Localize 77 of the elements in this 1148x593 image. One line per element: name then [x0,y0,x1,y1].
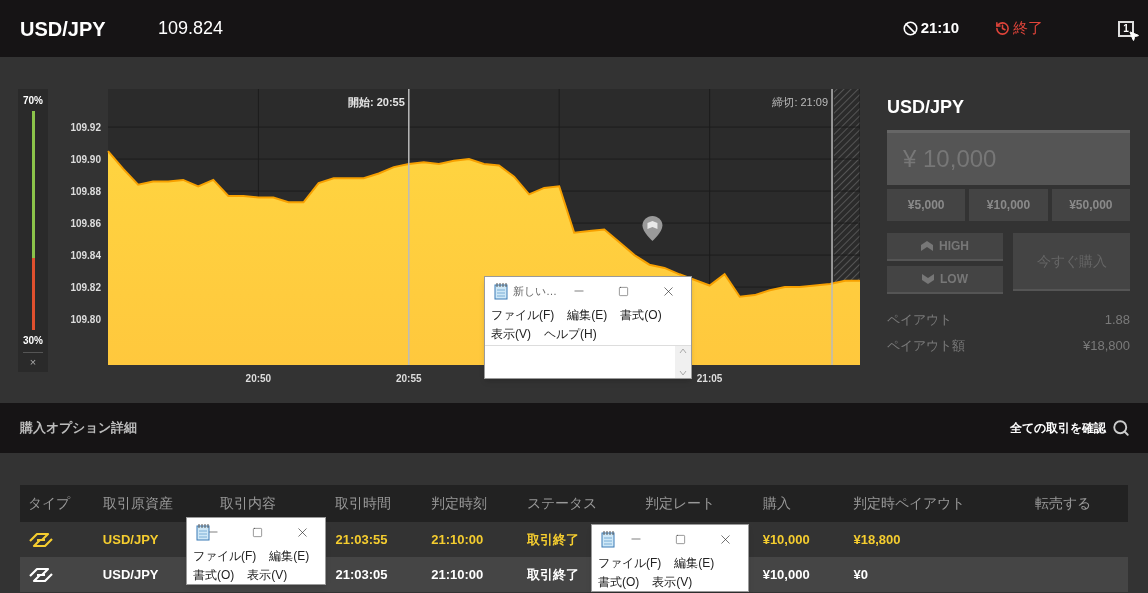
maximize-icon [675,533,686,545]
time-marker-label: 締切: 21:09 [772,96,829,108]
table-cell-text: ¥0 [853,565,868,584]
table-cell-text: ¥18,800 [853,530,901,549]
table-cell-text: USD/JPY [102,530,159,549]
axis-tick-label: 109.92 [70,122,101,134]
menu-item[interactable]: 書式(O) [193,565,235,584]
payout-label: ペイアウト [887,311,952,329]
menu-item[interactable]: 書式(O) [598,572,640,591]
table-cell-text: 21:03:55 [335,530,388,549]
text-area[interactable] [485,345,691,378]
maximize-icon [618,285,629,297]
notepad-icon [600,530,616,548]
link-icon [28,531,54,548]
table-cell-text: 21:10:00 [431,565,484,584]
payout-label: ペイアウト額 [887,336,965,355]
table-cell-text: 取引終了 [527,530,580,549]
price-value: 109.824 [158,17,224,40]
time-marker-label: 開始: 20:55 [347,96,405,108]
maximize-icon [252,526,263,538]
column-header: 転売する [1035,494,1093,513]
deadline-time: 21:10 [920,18,959,39]
column-header: 判定レート [644,494,716,513]
panel-title: USD/JPY [887,96,966,119]
table-cell-text: 21:03:05 [335,565,388,584]
down-chevron-icon [922,274,934,284]
up-chevron-icon [921,241,933,251]
column-header: 判定時ペイアウト [853,494,967,513]
payout-value: ¥18,800 [1083,336,1130,355]
menu-item[interactable]: 書式(O) [620,305,662,324]
meter-label: 30% [23,334,43,348]
menu-item[interactable]: 表示(V) [247,565,288,584]
menu-item[interactable]: 編集(E) [567,305,608,324]
table-cell-text: USD/JPY [102,565,159,584]
link-icon [28,566,54,583]
column-header: ステータス [527,494,599,513]
column-header: 取引内容 [219,494,277,513]
scroll-down-icon[interactable] [679,370,687,376]
axis-tick-label: 109.84 [70,250,101,262]
window-title: 新しい… [513,283,557,299]
axis-tick-label: 109.88 [70,186,101,198]
axis-tick-label: 109.86 [70,218,101,230]
axis-tick-label: 20:55 [396,373,422,384]
table-cell-text: 21:10:00 [431,530,484,549]
all-trades-link[interactable]: 全ての取引を確認 [1010,419,1106,437]
notepad-icon [493,282,509,300]
scroll-up-icon[interactable] [679,348,687,354]
column-header: 購入 [762,494,792,513]
column-header: 判定時刻 [431,494,489,513]
table-cell-text: 取引終了 [527,565,580,584]
ban-icon [902,21,918,36]
menu-item[interactable]: ファイル(F) [491,305,555,324]
notepad-icon [195,523,211,541]
meter-label: 70% [23,94,43,108]
axis-tick-label: 109.80 [70,314,101,326]
axis-tick-label: 21:05 [696,373,723,384]
search-icon[interactable] [1112,419,1130,437]
column-header: 取引原資産 [102,494,174,513]
axis-tick-label: 20:50 [245,373,272,384]
menu-item[interactable]: ヘルプ(H) [544,324,597,343]
section-title: 購入オプション詳細 [20,419,137,438]
location-pin-icon [642,215,663,241]
symbol-title: USD/JPY [20,16,107,42]
status-label: 終了 [1013,18,1043,39]
close-button[interactable]: × [29,357,37,368]
menu-item[interactable]: 表示(V) [652,572,693,591]
table-cell-text: ¥10,000 [762,530,810,549]
scrollbar[interactable] [675,346,691,378]
table-cell-text: ¥10,000 [762,565,810,584]
column-header: 取引時間 [335,494,393,513]
column-header: タイプ [28,494,72,513]
cursor-icon [1128,29,1140,42]
axis-tick-label: 109.82 [70,282,101,294]
menu-item[interactable]: 表示(V) [491,324,531,343]
history-icon [995,21,1010,36]
axis-tick-label: 109.90 [70,154,101,166]
payout-value: 1.88 [1104,311,1130,329]
